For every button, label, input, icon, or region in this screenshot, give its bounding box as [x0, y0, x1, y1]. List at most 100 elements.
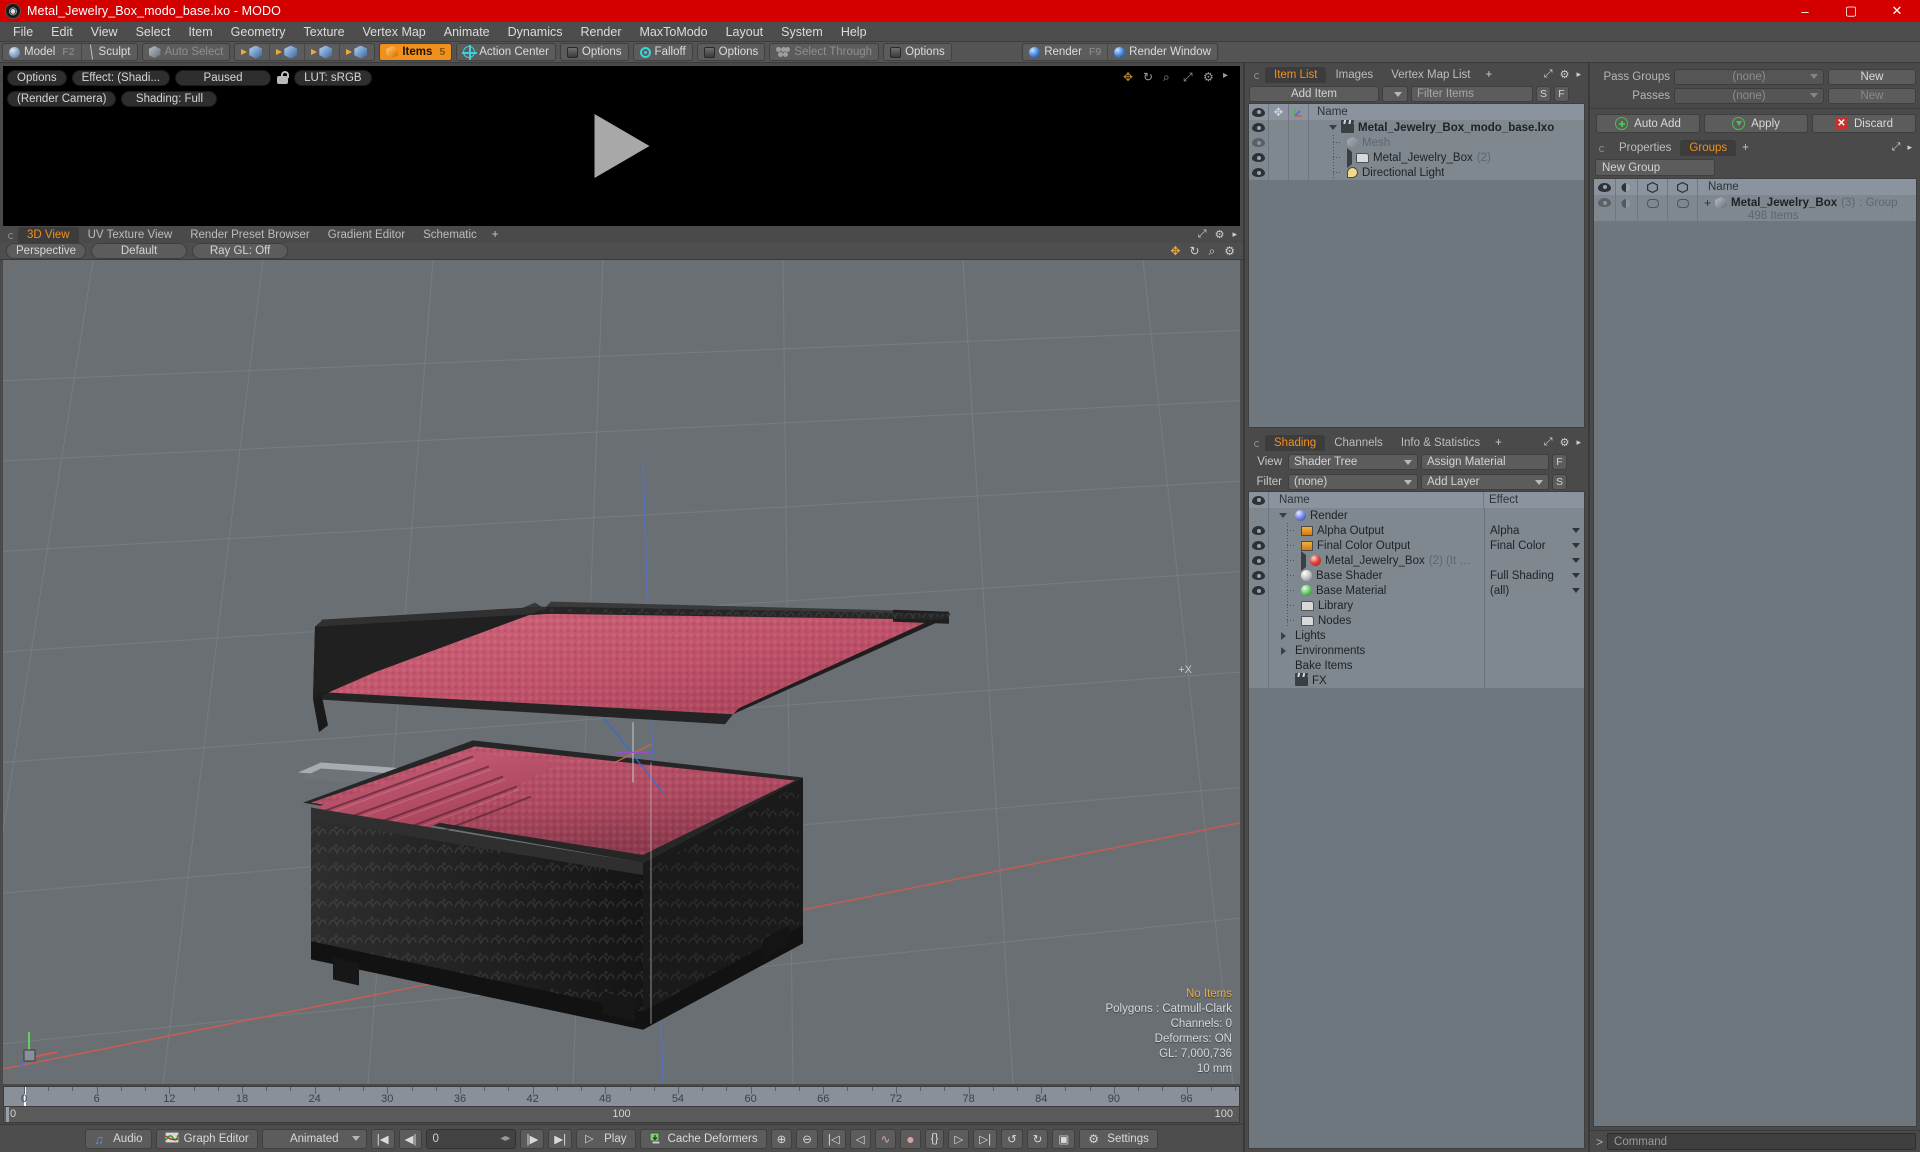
- table-row[interactable]: Library: [1249, 598, 1584, 613]
- menu-render[interactable]: Render: [572, 22, 631, 42]
- edge-select-button[interactable]: [269, 43, 304, 61]
- add-item-dropdown[interactable]: [1382, 86, 1408, 102]
- row-name-cell[interactable]: Base Material: [1269, 583, 1484, 598]
- menu-select[interactable]: Select: [127, 22, 180, 42]
- passes-dropdown[interactable]: (none): [1674, 88, 1824, 104]
- key-prev-button[interactable]: ◁: [850, 1129, 871, 1149]
- panel-menu-icon[interactable]: [1599, 146, 1605, 152]
- tab-info-statistics[interactable]: Info & Statistics: [1392, 435, 1489, 451]
- tab-images[interactable]: Images: [1326, 67, 1382, 83]
- panel-menu-icon[interactable]: [1254, 441, 1260, 447]
- graph-editor-button[interactable]: Graph Editor: [156, 1129, 258, 1149]
- passes-new-button[interactable]: New: [1828, 88, 1916, 104]
- row-add-cell[interactable]: [1269, 150, 1289, 165]
- column-axis-icon[interactable]: [1289, 104, 1309, 121]
- maximize-panel-icon[interactable]: ⤢: [1544, 68, 1553, 81]
- item-list-f-button[interactable]: F: [1554, 86, 1569, 102]
- column-shade-icon[interactable]: [1668, 179, 1698, 196]
- gear-icon[interactable]: ⚙: [1560, 436, 1570, 449]
- menu-help[interactable]: Help: [832, 22, 876, 42]
- groups-list-body[interactable]: + Metal_Jewelry_Box (3) : Group 498 Item…: [1593, 195, 1917, 1127]
- menu-dynamics[interactable]: Dynamics: [499, 22, 572, 42]
- tab-3d-view[interactable]: 3D View: [18, 227, 79, 243]
- row-name-cell[interactable]: + Metal_Jewelry_Box (3) : Group 498 Item…: [1698, 195, 1916, 222]
- menu-animate[interactable]: Animate: [435, 22, 499, 42]
- row-visibility-toggle[interactable]: [1249, 553, 1269, 568]
- play-button[interactable]: ▷ Play: [576, 1129, 635, 1149]
- expander-down-icon[interactable]: [1275, 513, 1291, 518]
- maximize-panel-icon[interactable]: ⤢: [1892, 141, 1901, 154]
- table-row[interactable]: + Metal_Jewelry_Box (3) : Group 498 Item…: [1594, 195, 1916, 221]
- preview-options-button[interactable]: Options: [7, 70, 67, 86]
- row-axis-cell[interactable]: [1289, 120, 1309, 135]
- table-row[interactable]: FX: [1249, 673, 1584, 688]
- gear-icon[interactable]: ⚙: [1215, 228, 1225, 241]
- menu-view[interactable]: View: [82, 22, 127, 42]
- tab-add-button[interactable]: +: [486, 227, 505, 243]
- maximize-button[interactable]: ▢: [1828, 0, 1874, 22]
- move-icon[interactable]: ✥: [1170, 244, 1180, 258]
- row-effect-cell[interactable]: [1484, 508, 1584, 523]
- row-add-cell[interactable]: [1269, 120, 1289, 135]
- row-name-cell[interactable]: Base Shader: [1269, 568, 1484, 583]
- scale-key-button[interactable]: ▣: [1052, 1129, 1075, 1149]
- row-name-cell[interactable]: Library: [1269, 598, 1484, 613]
- shader-tree-body[interactable]: Render Alpha Output Alpha: [1248, 508, 1585, 1149]
- vertex-select-button[interactable]: [235, 43, 269, 61]
- row-effect-cell[interactable]: [1484, 553, 1584, 568]
- rotate-key-button[interactable]: ↺: [1001, 1129, 1023, 1149]
- row-visibility-toggle[interactable]: [1249, 120, 1269, 135]
- row-name-cell[interactable]: Bake Items: [1269, 660, 1484, 672]
- key-first-button[interactable]: |◁: [822, 1129, 846, 1149]
- menu-file[interactable]: File: [4, 22, 42, 42]
- row-name-cell[interactable]: Nodes: [1269, 613, 1484, 628]
- viewport-raygl-button[interactable]: Ray GL: Off: [192, 243, 288, 259]
- auto-select-button[interactable]: Auto Select: [143, 43, 230, 61]
- select-through-button[interactable]: Select Through: [770, 43, 878, 61]
- panel-menu-icon[interactable]: [1254, 73, 1260, 79]
- row-effect-cell[interactable]: [1484, 673, 1584, 688]
- chevron-right-icon[interactable]: ▸: [1576, 437, 1581, 448]
- model-mode-button[interactable]: Model F2: [3, 43, 81, 61]
- chevron-right-icon[interactable]: ▸: [1576, 69, 1581, 80]
- row-name-cell[interactable]: Lights: [1269, 630, 1484, 642]
- scrub-handle[interactable]: [6, 1107, 9, 1122]
- panel-menu-icon[interactable]: [8, 233, 14, 239]
- zoom-icon[interactable]: ⌕: [1209, 244, 1216, 259]
- viewport-default-button[interactable]: Default: [91, 243, 187, 259]
- shading-filter-dropdown[interactable]: (none): [1288, 474, 1418, 490]
- gear-icon[interactable]: ⚙: [1224, 244, 1235, 258]
- zoom-icon[interactable]: ⌕: [1163, 70, 1176, 83]
- item-list-body[interactable]: Metal_Jewelry_Box_modo_base.lxo Mesh: [1248, 120, 1585, 428]
- rotate-ccw-key-button[interactable]: ↻: [1027, 1129, 1049, 1149]
- move-icon[interactable]: ✥: [1123, 70, 1136, 83]
- chevron-right-icon[interactable]: ▸: [1223, 70, 1236, 83]
- key-range-button[interactable]: {}: [925, 1129, 945, 1149]
- unlocked-padlock-icon[interactable]: [276, 71, 289, 86]
- table-row[interactable]: Base Shader Full Shading: [1249, 568, 1584, 583]
- audio-button[interactable]: ♫ Audio: [85, 1129, 151, 1149]
- column-name-header[interactable]: Name: [1698, 179, 1916, 196]
- row-visibility-toggle[interactable]: [1249, 508, 1269, 523]
- tab-uv-texture-view[interactable]: UV Texture View: [79, 227, 182, 243]
- row-effect-cell[interactable]: [1484, 643, 1584, 658]
- row-visibility-toggle[interactable]: [1249, 523, 1269, 538]
- falloff-options-button[interactable]: Options: [698, 43, 765, 61]
- maximize-panel-icon[interactable]: ⤢: [1198, 228, 1207, 241]
- row-visibility-toggle[interactable]: [1249, 568, 1269, 583]
- transform-down-button[interactable]: ⊖: [796, 1129, 818, 1149]
- key-next-button[interactable]: ▷: [948, 1129, 969, 1149]
- falloff-button[interactable]: Falloff: [634, 43, 692, 61]
- table-row[interactable]: Mesh: [1249, 135, 1584, 150]
- table-row[interactable]: Directional Light: [1249, 165, 1584, 180]
- row-name-cell[interactable]: Directional Light: [1309, 165, 1584, 180]
- column-effect-header[interactable]: Effect: [1484, 492, 1584, 509]
- row-name-cell[interactable]: Alpha Output: [1269, 523, 1484, 538]
- shading-s-button[interactable]: S: [1552, 474, 1567, 490]
- current-frame-field[interactable]: 0 ◂▸: [426, 1129, 516, 1149]
- row-visibility-toggle[interactable]: [1249, 643, 1269, 658]
- table-row[interactable]: Environments: [1249, 643, 1584, 658]
- row-wire-toggle[interactable]: [1638, 195, 1668, 221]
- menu-geometry[interactable]: Geometry: [222, 22, 295, 42]
- expander-down-icon[interactable]: [1315, 125, 1337, 130]
